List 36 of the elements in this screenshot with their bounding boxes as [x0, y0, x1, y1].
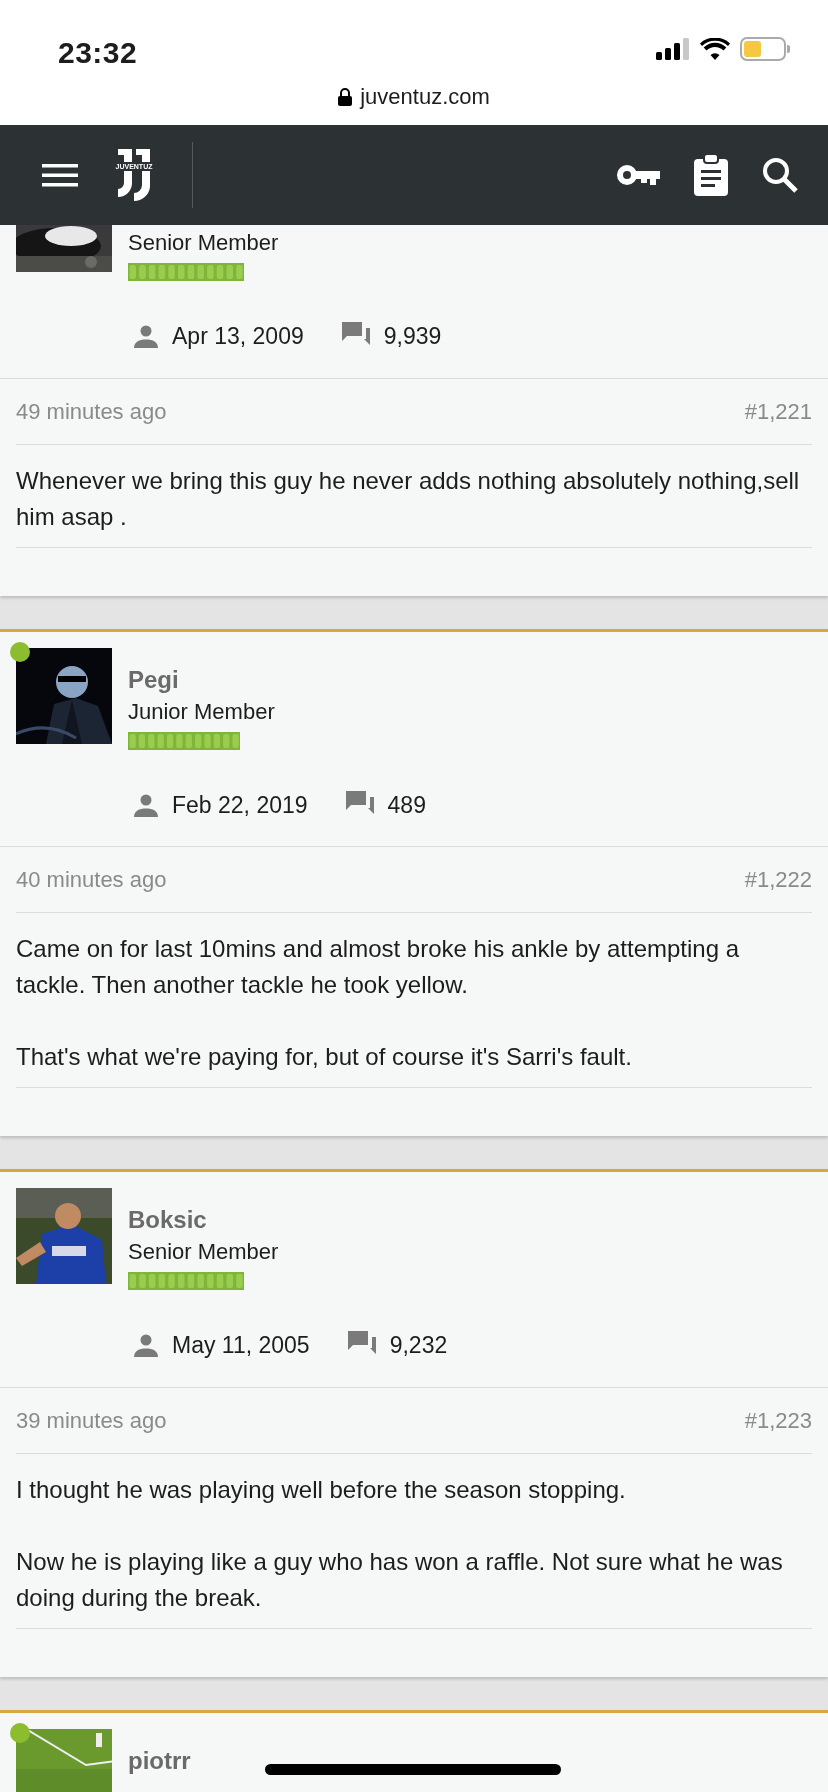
wifi-icon: [700, 38, 730, 60]
post-text: Now he is playing like a guy who has won a raffle. Not sure what he was doing during the break.: [16, 1546, 784, 1613]
member-title: Senior Member: [128, 1238, 279, 1266]
person-icon: [134, 324, 158, 349]
join-date: May 11, 2005: [172, 1331, 310, 1360]
join-date: Feb 22, 2019: [172, 790, 308, 820]
clipboard-icon[interactable]: [694, 154, 728, 196]
message-count: 489: [387, 790, 426, 820]
person-icon: [134, 1333, 158, 1358]
post-number-link[interactable]: #1,223: [744, 1403, 812, 1437]
post-text: Came on for last 10mins and almost broke his ankle by attempting a tackle. Then another tackle he took yellow.: [16, 934, 741, 1000]
search-icon[interactable]: [762, 157, 798, 193]
key-icon[interactable]: [616, 163, 660, 187]
join-date: Apr 13, 2009: [172, 322, 304, 351]
member-title: Junior Member: [128, 697, 275, 726]
person-icon: [134, 792, 158, 817]
post-text: I thought he was playing well before the season stopping.: [16, 1474, 627, 1505]
address-bar-url[interactable]: juventuz.com: [360, 80, 490, 113]
message-count: 9,939: [383, 322, 442, 351]
username: piotrr: [128, 1746, 191, 1775]
post-time: 49 minutes ago: [16, 397, 167, 426]
member-title: Senior Member: [128, 229, 279, 257]
signal-icon: [656, 38, 690, 60]
menu-icon[interactable]: [42, 163, 78, 187]
lock-icon: [338, 87, 353, 106]
post-number-link[interactable]: #1,222: [744, 863, 812, 896]
post-time: 39 minutes ago: [16, 1406, 167, 1435]
post-number-link[interactable]: #1,221: [744, 394, 812, 428]
message-count: 9,232: [389, 1331, 448, 1360]
username: Boksic: [128, 1206, 208, 1234]
post-text: That's what we're paying for, but of course it's Sarri's fault.: [16, 1042, 633, 1072]
battery-icon: [740, 37, 790, 61]
post-time: 40 minutes ago: [16, 866, 167, 894]
username: Pegi: [128, 665, 180, 694]
post-text: Whenever we bring this guy he never adds nothing absolutely nothing,sell him asap .: [16, 465, 801, 532]
clock: 23:32: [58, 35, 138, 71]
